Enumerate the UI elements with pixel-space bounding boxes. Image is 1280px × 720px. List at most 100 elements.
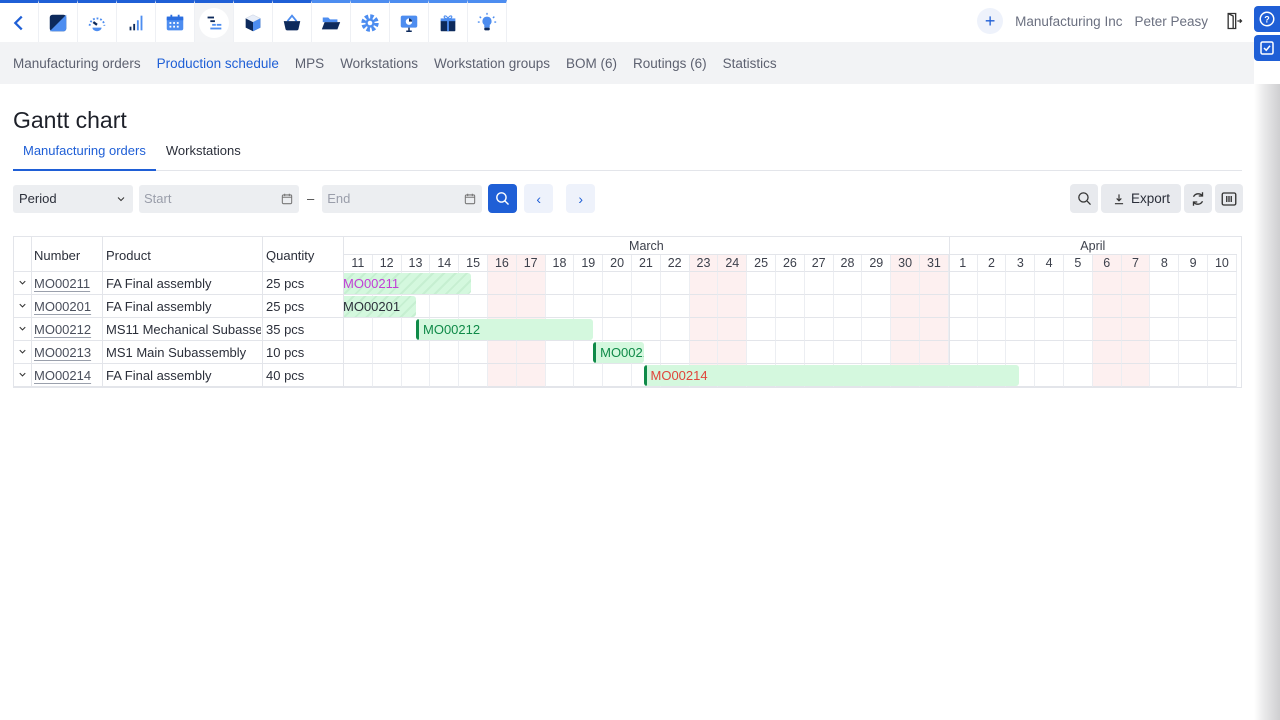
tasks-button[interactable] bbox=[1254, 35, 1280, 61]
day-cell[interactable] bbox=[718, 295, 748, 318]
day-cell[interactable] bbox=[545, 272, 575, 295]
day-cell[interactable] bbox=[660, 318, 690, 341]
day-cell[interactable] bbox=[545, 295, 575, 318]
add-button[interactable]: + bbox=[977, 8, 1004, 34]
module-bar-signal[interactable] bbox=[117, 0, 156, 42]
day-cell[interactable] bbox=[948, 341, 978, 364]
subnav-item-routings-6[interactable]: Routings (6) bbox=[633, 56, 707, 71]
day-cell[interactable] bbox=[689, 295, 719, 318]
table-row[interactable]: MO00211 FA Final assembly 25 pcs bbox=[14, 272, 344, 295]
expand-row-toggle[interactable] bbox=[17, 272, 28, 295]
tab-manufacturing-orders[interactable]: Manufacturing orders bbox=[13, 138, 156, 171]
day-cell[interactable] bbox=[660, 295, 690, 318]
table-row[interactable]: MO00212 MS11 Mechanical Subassembly 35 pcs bbox=[14, 318, 344, 341]
day-cell[interactable] bbox=[660, 341, 690, 364]
day-cell[interactable] bbox=[545, 364, 575, 387]
day-cell[interactable] bbox=[632, 318, 661, 341]
day-cell[interactable] bbox=[804, 295, 834, 318]
module-folder-open[interactable] bbox=[312, 0, 351, 42]
day-cell[interactable] bbox=[718, 341, 748, 364]
day-cell[interactable] bbox=[776, 341, 805, 364]
day-cell[interactable] bbox=[1179, 341, 1208, 364]
header-product[interactable]: Product bbox=[106, 237, 151, 272]
day-cell[interactable] bbox=[1150, 318, 1180, 341]
day-cell[interactable] bbox=[776, 295, 805, 318]
day-cell[interactable] bbox=[1064, 295, 1093, 318]
day-cell[interactable] bbox=[1150, 295, 1180, 318]
day-cell[interactable] bbox=[1179, 318, 1208, 341]
day-cell[interactable] bbox=[977, 272, 1007, 295]
day-cell[interactable] bbox=[574, 272, 604, 295]
day-cell[interactable] bbox=[488, 295, 517, 318]
day-cell[interactable] bbox=[401, 341, 431, 364]
module-presentation[interactable] bbox=[390, 0, 429, 42]
day-cell[interactable] bbox=[804, 318, 834, 341]
day-cell[interactable] bbox=[401, 364, 431, 387]
module-lightbulb[interactable] bbox=[468, 0, 507, 42]
day-cell[interactable] bbox=[488, 272, 517, 295]
search-button[interactable] bbox=[1070, 184, 1098, 213]
day-cell[interactable] bbox=[430, 364, 460, 387]
end-date-input[interactable]: End bbox=[322, 184, 483, 213]
day-cell[interactable] bbox=[747, 318, 776, 341]
header-number[interactable]: Number bbox=[34, 237, 80, 272]
day-cell[interactable] bbox=[603, 272, 632, 295]
day-cell[interactable] bbox=[1035, 341, 1064, 364]
day-cell[interactable] bbox=[632, 272, 661, 295]
day-cell[interactable] bbox=[747, 341, 776, 364]
subnav-item-statistics[interactable]: Statistics bbox=[723, 56, 777, 71]
day-cell[interactable] bbox=[1092, 364, 1122, 387]
day-cell[interactable] bbox=[689, 272, 719, 295]
next-period-button[interactable]: › bbox=[566, 184, 596, 213]
day-cell[interactable] bbox=[1121, 318, 1151, 341]
day-cell[interactable] bbox=[1006, 295, 1036, 318]
day-cell[interactable] bbox=[1179, 272, 1208, 295]
calendar-icon[interactable] bbox=[463, 192, 477, 206]
day-cell[interactable] bbox=[574, 364, 604, 387]
gantt-bar[interactable]: MO00211 bbox=[344, 273, 471, 294]
day-cell[interactable] bbox=[833, 295, 863, 318]
day-cell[interactable] bbox=[862, 295, 892, 318]
start-date-input[interactable]: Start bbox=[139, 184, 299, 213]
day-cell[interactable] bbox=[1092, 295, 1122, 318]
day-cell[interactable] bbox=[574, 295, 604, 318]
gantt-bar[interactable]: MO00212 bbox=[416, 319, 594, 340]
day-cell[interactable] bbox=[1121, 341, 1151, 364]
module-gear[interactable] bbox=[351, 0, 390, 42]
day-cell[interactable] bbox=[660, 272, 690, 295]
previous-period-button[interactable]: ‹ bbox=[524, 184, 554, 213]
day-cell[interactable] bbox=[430, 295, 460, 318]
day-cell[interactable] bbox=[804, 272, 834, 295]
day-cell[interactable] bbox=[718, 318, 748, 341]
day-cell[interactable] bbox=[689, 318, 719, 341]
day-cell[interactable] bbox=[516, 364, 546, 387]
day-cell[interactable] bbox=[1006, 341, 1036, 364]
module-speedometer[interactable] bbox=[78, 0, 117, 42]
day-cell[interactable] bbox=[718, 272, 748, 295]
day-cell[interactable] bbox=[344, 341, 373, 364]
subnav-item-mps[interactable]: MPS bbox=[295, 56, 324, 71]
company-name[interactable]: Manufacturing Inc bbox=[1015, 14, 1122, 29]
user-name[interactable]: Peter Peasy bbox=[1134, 14, 1208, 29]
module-dashboard-square[interactable] bbox=[39, 0, 78, 42]
table-row[interactable]: MO00214 FA Final assembly 40 pcs bbox=[14, 364, 344, 387]
day-cell[interactable] bbox=[1179, 295, 1208, 318]
day-cell[interactable] bbox=[1208, 295, 1237, 318]
day-cell[interactable] bbox=[430, 341, 460, 364]
day-cell[interactable] bbox=[833, 272, 863, 295]
subnav-item-production-schedule[interactable]: Production schedule bbox=[157, 56, 279, 71]
day-cell[interactable] bbox=[1092, 272, 1122, 295]
day-cell[interactable] bbox=[948, 272, 978, 295]
day-cell[interactable] bbox=[891, 318, 920, 341]
day-cell[interactable] bbox=[1035, 295, 1064, 318]
day-cell[interactable] bbox=[459, 364, 488, 387]
day-cell[interactable] bbox=[948, 295, 978, 318]
day-cell[interactable] bbox=[891, 341, 920, 364]
day-cell[interactable] bbox=[1150, 364, 1180, 387]
gantt-bar[interactable]: MO00213 bbox=[593, 342, 644, 363]
day-cell[interactable] bbox=[488, 364, 517, 387]
order-number-link[interactable]: MO00213 bbox=[34, 341, 100, 364]
module-gantt[interactable] bbox=[195, 0, 234, 42]
calendar-icon[interactable] bbox=[280, 192, 294, 206]
day-cell[interactable] bbox=[1208, 341, 1237, 364]
